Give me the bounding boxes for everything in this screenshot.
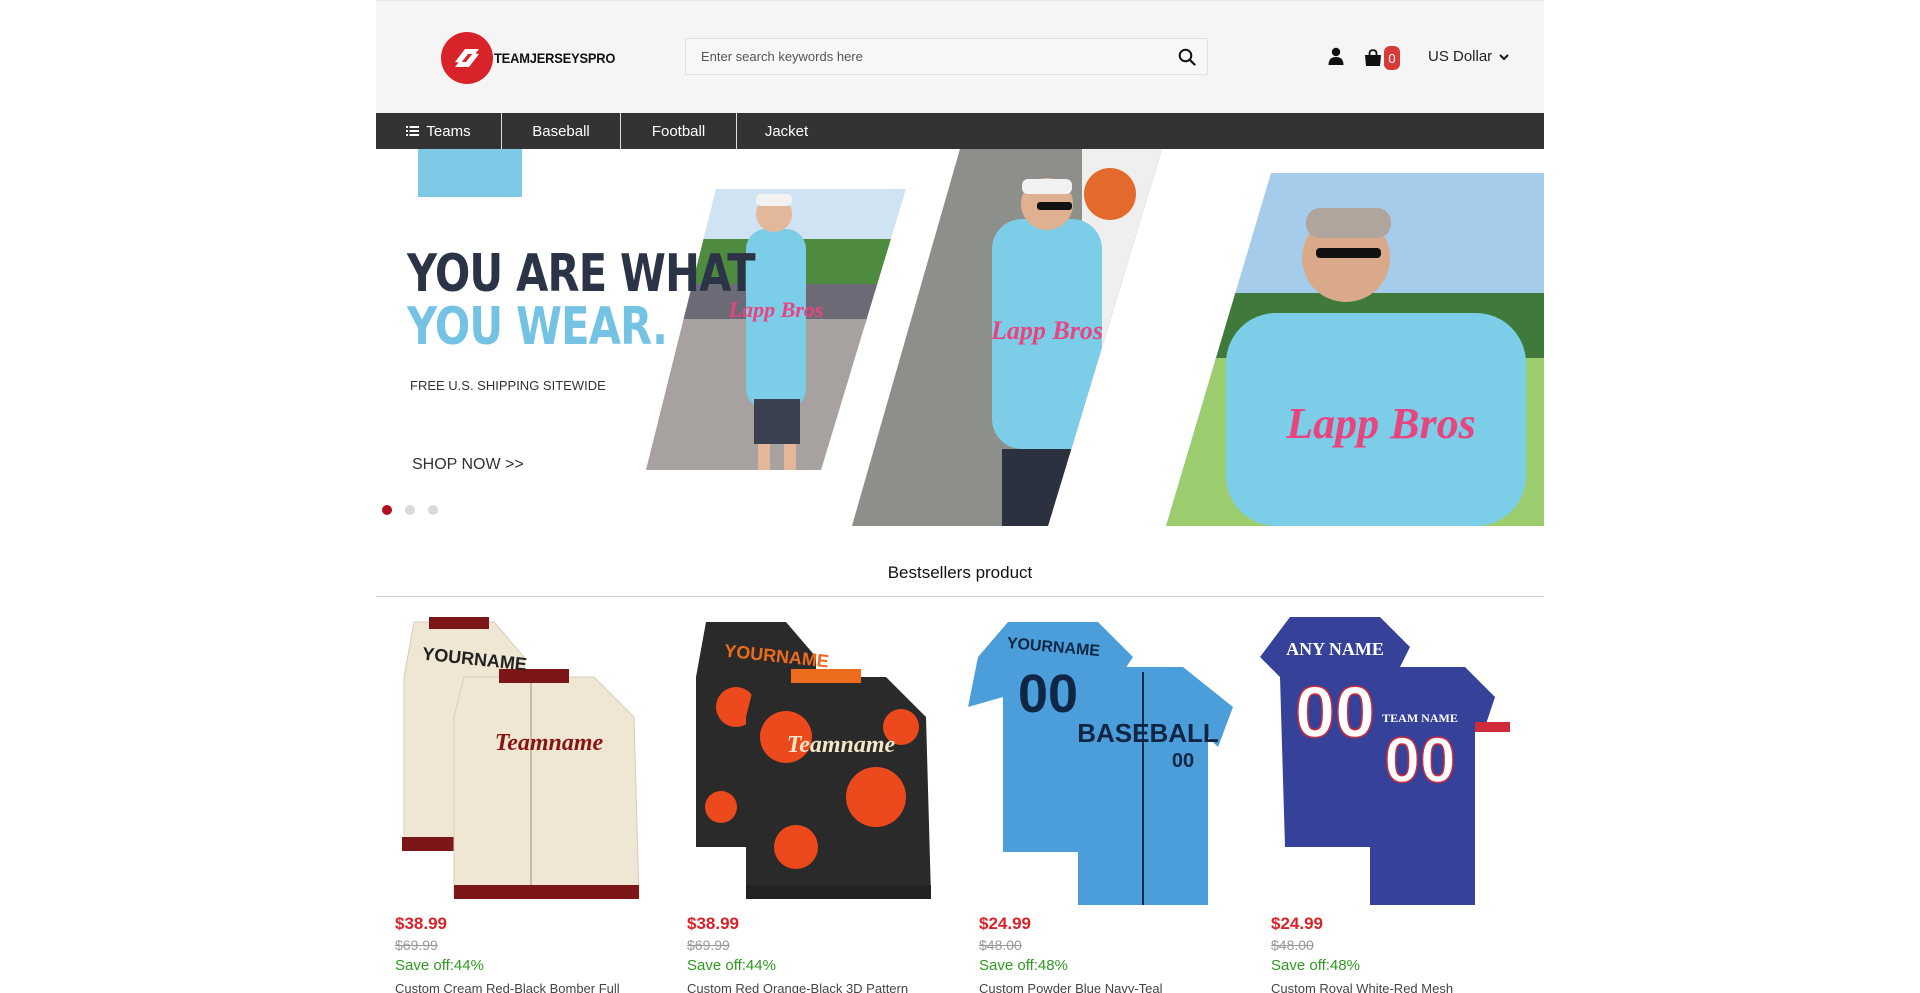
- site-logo[interactable]: TEAMJERSEYSPRO: [441, 32, 626, 84]
- banner-subtext: FREE U.S. SHIPPING SITEWIDE: [410, 378, 606, 393]
- product-discount: Save off:48%: [979, 957, 1068, 974]
- nav-item-jacket[interactable]: Jacket: [737, 113, 836, 149]
- svg-text:00: 00: [1384, 724, 1455, 796]
- list-menu-icon: [406, 126, 420, 136]
- product-price: $24.99: [1271, 914, 1323, 933]
- cart-button[interactable]: 0: [1364, 45, 1400, 70]
- site-header: TEAMJERSEYSPRO 0 US: [376, 0, 1544, 113]
- product-price: $24.99: [979, 914, 1031, 933]
- svg-text:00: 00: [1172, 750, 1194, 772]
- section-divider: [376, 596, 1544, 597]
- carousel-dot-3[interactable]: [428, 505, 438, 515]
- logo-mark-icon: [441, 32, 493, 84]
- user-icon: [1328, 47, 1344, 65]
- product-price: $38.99: [395, 914, 447, 933]
- product-name[interactable]: Custom Powder Blue Navy-Teal: [979, 981, 1163, 993]
- product-name[interactable]: Custom Royal White-Red Mesh: [1271, 981, 1453, 993]
- logo-text: TEAMJERSEYSPRO: [494, 50, 616, 66]
- banner-photo-3: Lapp Bros: [1166, 173, 1544, 526]
- product-image[interactable]: YOURNAME 00 BASEBALL 00: [968, 617, 1244, 905]
- product-card[interactable]: ANY NAME 00 TEAM NAME 00 $24.99 $48.00 S…: [1252, 617, 1544, 993]
- svg-text:00: 00: [1018, 664, 1078, 724]
- currency-label: US Dollar: [1428, 48, 1493, 65]
- carousel-dots: [382, 505, 438, 515]
- cart-bag-icon: [1365, 48, 1381, 66]
- banner-headline-line1: YOU ARE WHAT: [407, 244, 756, 304]
- product-lettering: ANY NAME: [1286, 639, 1384, 659]
- shop-now-link[interactable]: SHOP NOW >>: [412, 456, 524, 474]
- product-discount: Save off:48%: [1271, 957, 1360, 974]
- product-grid: YOURNAME Teamname $38.99 $69.99 Save off…: [376, 617, 1544, 993]
- nav-item-label: Football: [651, 122, 706, 140]
- search-input[interactable]: [686, 39, 1167, 74]
- carousel-dot-1[interactable]: [382, 505, 392, 515]
- decorative-accent-block: [418, 149, 522, 197]
- product-card[interactable]: YOURNAME Teamname $38.99 $69.99 Save off…: [376, 617, 668, 993]
- product-image[interactable]: ANY NAME 00 TEAM NAME 00: [1260, 617, 1536, 905]
- product-card[interactable]: YOURNAME Teamname $38.99 $69.99 Save off…: [668, 617, 960, 993]
- nav-item-label: Baseball: [532, 122, 590, 140]
- product-card[interactable]: YOURNAME 00 BASEBALL 00 $24.99 $48.00 Sa…: [960, 617, 1252, 993]
- banner-photo-2: Lapp Bros: [852, 149, 1162, 526]
- product-lettering: Teamname: [787, 732, 896, 758]
- bestsellers-heading: Bestsellers product: [887, 563, 1033, 582]
- jersey-lettering: Lapp Bros: [990, 316, 1103, 345]
- banner-headline-line2: YOU WEAR.: [407, 297, 668, 357]
- account-button[interactable]: [1328, 47, 1346, 65]
- nav-item-baseball[interactable]: Baseball: [502, 113, 621, 149]
- svg-text:00: 00: [1295, 673, 1375, 753]
- product-old-price: $69.99: [687, 937, 730, 953]
- jersey-lettering: Lapp Bros: [1285, 399, 1475, 448]
- product-old-price: $69.99: [395, 937, 438, 953]
- product-lettering: TEAM NAME: [1382, 711, 1458, 725]
- product-image[interactable]: YOURNAME Teamname: [384, 617, 660, 905]
- product-name[interactable]: Custom Cream Red-Black Bomber Full: [395, 981, 620, 993]
- currency-selector[interactable]: US Dollar: [1428, 48, 1509, 65]
- product-discount: Save off:44%: [687, 957, 776, 974]
- cart-count-badge: 0: [1384, 46, 1400, 70]
- product-image[interactable]: YOURNAME Teamname: [676, 617, 952, 905]
- search-bar: [685, 38, 1208, 75]
- hero-banner[interactable]: Lapp Bros Lapp Bros Lapp Bros YOU ARE WH…: [376, 149, 1544, 526]
- product-discount: Save off:44%: [395, 957, 484, 974]
- nav-item-label: Jacket: [764, 122, 809, 140]
- product-lettering: BASEBALL: [1077, 718, 1219, 748]
- carousel-dot-2[interactable]: [405, 505, 415, 515]
- product-old-price: $48.00: [979, 937, 1022, 953]
- chevron-down-icon: [1499, 53, 1509, 60]
- search-button[interactable]: [1167, 39, 1207, 74]
- nav-item-football[interactable]: Football: [621, 113, 737, 149]
- product-old-price: $48.00: [1271, 937, 1314, 953]
- product-lettering: Teamname: [495, 730, 604, 756]
- main-nav: Teams Baseball Football Jacket: [376, 113, 1544, 149]
- nav-item-label: Teams: [426, 122, 471, 140]
- search-icon: [1178, 48, 1196, 66]
- product-price: $38.99: [687, 914, 739, 933]
- nav-item-teams[interactable]: Teams: [376, 113, 502, 149]
- product-name[interactable]: Custom Red Orange-Black 3D Pattern: [687, 981, 908, 993]
